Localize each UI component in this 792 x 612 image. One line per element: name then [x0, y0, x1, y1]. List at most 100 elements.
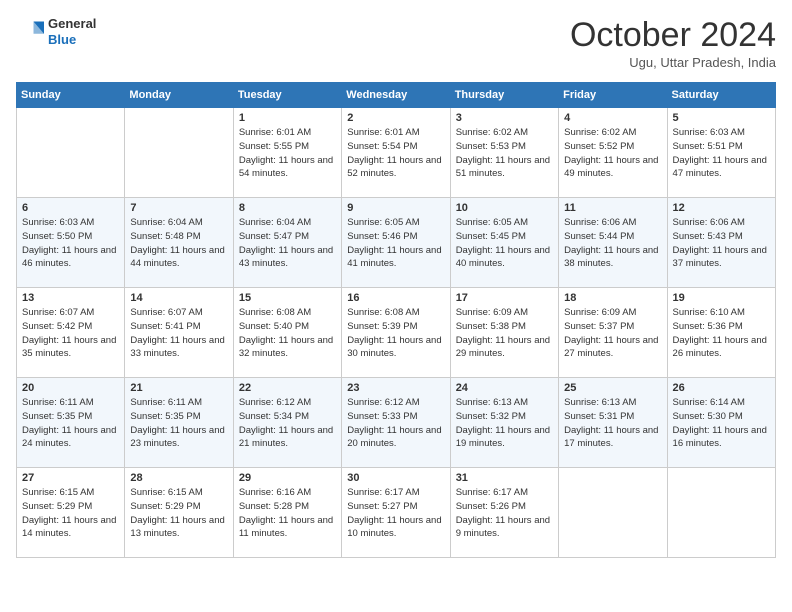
calendar-cell: 2 Sunrise: 6:01 AM Sunset: 5:54 PM Daylig… — [342, 108, 450, 198]
calendar-cell: 28Sunrise: 6:15 AM Sunset: 5:29 PM Dayli… — [125, 468, 233, 558]
page-header: General Blue October 2024 Ugu, Uttar Pra… — [16, 16, 776, 70]
calendar-header-row: SundayMondayTuesdayWednesdayThursdayFrid… — [17, 83, 776, 108]
logo-text: General Blue — [48, 16, 96, 47]
calendar-cell: 26 Sunrise: 6:14 AM Sunset: 5:30 PM Dayli… — [667, 378, 775, 468]
day-number: 20 — [22, 382, 119, 394]
calendar-cell — [17, 108, 125, 198]
calendar-cell — [667, 468, 775, 558]
day-info: Sunrise: 6:03 AM Sunset: 5:50 PM Dayligh… — [22, 216, 119, 271]
calendar-cell: 3 Sunrise: 6:02 AM Sunset: 5:53 PM Daylig… — [450, 108, 558, 198]
day-info: Sunrise: 6:15 AM Sunset: 5:29 PM Dayligh… — [130, 486, 227, 541]
day-info: Sunrise: 6:13 AM Sunset: 5:31 PM Dayligh… — [564, 396, 661, 451]
calendar-cell: 23 Sunrise: 6:12 AM Sunset: 5:33 PM Dayli… — [342, 378, 450, 468]
day-info: Sunrise: 6:10 AM Sunset: 5:36 PM Dayligh… — [673, 306, 770, 361]
calendar-cell: 22 Sunrise: 6:12 AM Sunset: 5:34 PM Dayli… — [233, 378, 341, 468]
day-number: 18 — [564, 292, 661, 304]
day-number: 13 — [22, 292, 119, 304]
calendar-cell: 31 Sunrise: 6:17 AM Sunset: 5:26 PM Dayli… — [450, 468, 558, 558]
calendar-cell: 11 Sunrise: 6:06 AM Sunset: 5:44 PM Dayli… — [559, 198, 667, 288]
day-info: Sunrise: 6:12 AM Sunset: 5:33 PM Dayligh… — [347, 396, 444, 451]
day-number: 14 — [130, 292, 227, 304]
day-info: Sunrise: 6:05 AM Sunset: 5:45 PM Dayligh… — [456, 216, 553, 271]
weekday-header: Thursday — [450, 83, 558, 108]
day-info: Sunrise: 6:02 AM Sunset: 5:52 PM Dayligh… — [564, 126, 661, 181]
calendar-cell: 17 Sunrise: 6:09 AM Sunset: 5:38 PM Dayli… — [450, 288, 558, 378]
day-number: 6 — [22, 202, 119, 214]
day-number: 24 — [456, 382, 553, 394]
weekday-header: Tuesday — [233, 83, 341, 108]
day-number: 29 — [239, 472, 336, 484]
calendar-cell — [559, 468, 667, 558]
day-info: Sunrise: 6:04 AM Sunset: 5:48 PM Dayligh… — [130, 216, 227, 271]
day-info: Sunrise: 6:07 AM Sunset: 5:41 PM Dayligh… — [130, 306, 227, 361]
day-number: 22 — [239, 382, 336, 394]
calendar-week-row: 20 Sunrise: 6:11 AM Sunset: 5:35 PM Dayli… — [17, 378, 776, 468]
day-info: Sunrise: 6:17 AM Sunset: 5:27 PM Dayligh… — [347, 486, 444, 541]
calendar-cell: 20 Sunrise: 6:11 AM Sunset: 5:35 PM Dayli… — [17, 378, 125, 468]
calendar-cell: 10 Sunrise: 6:05 AM Sunset: 5:45 PM Dayli… — [450, 198, 558, 288]
day-info: Sunrise: 6:09 AM Sunset: 5:37 PM Dayligh… — [564, 306, 661, 361]
day-info: Sunrise: 6:06 AM Sunset: 5:43 PM Dayligh… — [673, 216, 770, 271]
calendar-cell: 7 Sunrise: 6:04 AM Sunset: 5:48 PM Daylig… — [125, 198, 233, 288]
day-info: Sunrise: 6:14 AM Sunset: 5:30 PM Dayligh… — [673, 396, 770, 451]
day-number: 26 — [673, 382, 770, 394]
weekday-header: Friday — [559, 83, 667, 108]
day-number: 5 — [673, 112, 770, 124]
day-info: Sunrise: 6:15 AM Sunset: 5:29 PM Dayligh… — [22, 486, 119, 541]
calendar-cell: 18 Sunrise: 6:09 AM Sunset: 5:37 PM Dayli… — [559, 288, 667, 378]
calendar-cell: 14 Sunrise: 6:07 AM Sunset: 5:41 PM Dayli… — [125, 288, 233, 378]
day-info: Sunrise: 6:02 AM Sunset: 5:53 PM Dayligh… — [456, 126, 553, 181]
location-subtitle: Ugu, Uttar Pradesh, India — [570, 55, 776, 70]
day-number: 2 — [347, 112, 444, 124]
day-number: 16 — [347, 292, 444, 304]
calendar-cell: 29Sunrise: 6:16 AM Sunset: 5:28 PM Dayli… — [233, 468, 341, 558]
day-number: 4 — [564, 112, 661, 124]
day-number: 11 — [564, 202, 661, 214]
day-number: 25 — [564, 382, 661, 394]
calendar-cell: 4 Sunrise: 6:02 AM Sunset: 5:52 PM Daylig… — [559, 108, 667, 198]
day-number: 17 — [456, 292, 553, 304]
day-info: Sunrise: 6:13 AM Sunset: 5:32 PM Dayligh… — [456, 396, 553, 451]
day-info: Sunrise: 6:17 AM Sunset: 5:26 PM Dayligh… — [456, 486, 553, 541]
calendar-cell — [125, 108, 233, 198]
day-info: Sunrise: 6:01 AM Sunset: 5:55 PM Dayligh… — [239, 126, 336, 181]
day-number: 15 — [239, 292, 336, 304]
day-info: Sunrise: 6:04 AM Sunset: 5:47 PM Dayligh… — [239, 216, 336, 271]
day-info: Sunrise: 6:03 AM Sunset: 5:51 PM Dayligh… — [673, 126, 770, 181]
day-info: Sunrise: 6:09 AM Sunset: 5:38 PM Dayligh… — [456, 306, 553, 361]
day-number: 1 — [239, 112, 336, 124]
calendar-cell: 24 Sunrise: 6:13 AM Sunset: 5:32 PM Dayli… — [450, 378, 558, 468]
day-number: 10 — [456, 202, 553, 214]
day-number: 12 — [673, 202, 770, 214]
day-info: Sunrise: 6:11 AM Sunset: 5:35 PM Dayligh… — [22, 396, 119, 451]
logo: General Blue — [16, 16, 96, 47]
calendar-cell: 15 Sunrise: 6:08 AM Sunset: 5:40 PM Dayli… — [233, 288, 341, 378]
day-info: Sunrise: 6:05 AM Sunset: 5:46 PM Dayligh… — [347, 216, 444, 271]
day-info: Sunrise: 6:08 AM Sunset: 5:40 PM Dayligh… — [239, 306, 336, 361]
day-info: Sunrise: 6:01 AM Sunset: 5:54 PM Dayligh… — [347, 126, 444, 181]
day-info: Sunrise: 6:12 AM Sunset: 5:34 PM Dayligh… — [239, 396, 336, 451]
day-info: Sunrise: 6:08 AM Sunset: 5:39 PM Dayligh… — [347, 306, 444, 361]
calendar-cell: 19Sunrise: 6:10 AM Sunset: 5:36 PM Dayli… — [667, 288, 775, 378]
calendar-week-row: 27 Sunrise: 6:15 AM Sunset: 5:29 PM Dayli… — [17, 468, 776, 558]
calendar-cell: 8Sunrise: 6:04 AM Sunset: 5:47 PM Daylig… — [233, 198, 341, 288]
day-number: 27 — [22, 472, 119, 484]
day-number: 23 — [347, 382, 444, 394]
day-number: 7 — [130, 202, 227, 214]
logo-general: General — [48, 16, 96, 32]
weekday-header: Monday — [125, 83, 233, 108]
calendar-cell: 13Sunrise: 6:07 AM Sunset: 5:42 PM Dayli… — [17, 288, 125, 378]
calendar-cell: 16 Sunrise: 6:08 AM Sunset: 5:39 PM Dayli… — [342, 288, 450, 378]
day-info: Sunrise: 6:06 AM Sunset: 5:44 PM Dayligh… — [564, 216, 661, 271]
day-number: 30 — [347, 472, 444, 484]
calendar-table: SundayMondayTuesdayWednesdayThursdayFrid… — [16, 82, 776, 558]
day-number: 31 — [456, 472, 553, 484]
calendar-cell: 5 Sunrise: 6:03 AM Sunset: 5:51 PM Daylig… — [667, 108, 775, 198]
day-info: Sunrise: 6:11 AM Sunset: 5:35 PM Dayligh… — [130, 396, 227, 451]
title-block: October 2024 Ugu, Uttar Pradesh, India — [570, 16, 776, 70]
weekday-header: Saturday — [667, 83, 775, 108]
day-number: 3 — [456, 112, 553, 124]
calendar-cell: 6 Sunrise: 6:03 AM Sunset: 5:50 PM Daylig… — [17, 198, 125, 288]
calendar-cell: 9Sunrise: 6:05 AM Sunset: 5:46 PM Daylig… — [342, 198, 450, 288]
month-title: October 2024 — [570, 16, 776, 55]
